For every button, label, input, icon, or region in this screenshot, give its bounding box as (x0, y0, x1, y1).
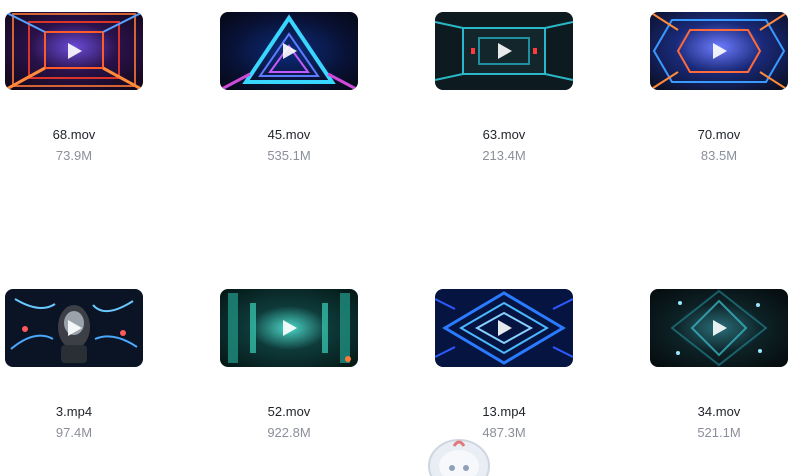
video-thumbnail[interactable] (5, 12, 143, 90)
video-thumbnail[interactable] (220, 289, 358, 367)
play-icon[interactable] (709, 318, 729, 338)
video-card[interactable]: 63.mov 213.4M (431, 0, 646, 180)
play-icon[interactable] (279, 41, 299, 61)
video-card[interactable]: 45.mov 535.1M (216, 0, 431, 180)
file-name: 13.mp4 (482, 404, 526, 419)
file-name: 70.mov (697, 127, 741, 142)
video-card[interactable]: 3.mp4 97.4M (1, 277, 216, 457)
video-card[interactable]: 70.mov 83.5M (646, 0, 800, 180)
video-card[interactable]: 68.mov 73.9M (1, 0, 216, 180)
file-size: 97.4M (55, 425, 93, 440)
file-name: 52.mov (267, 404, 311, 419)
video-thumbnail[interactable] (435, 289, 573, 367)
play-icon[interactable] (494, 318, 514, 338)
file-name: 34.mov (697, 404, 741, 419)
file-size: 922.8M (267, 425, 311, 440)
floating-avatar-icon[interactable] (424, 436, 494, 476)
video-thumbnail[interactable] (650, 12, 788, 90)
video-thumbnail[interactable] (435, 12, 573, 90)
file-name: 68.mov (52, 127, 96, 142)
play-icon[interactable] (279, 318, 299, 338)
file-size: 213.4M (482, 148, 526, 163)
file-name: 45.mov (267, 127, 311, 142)
play-icon[interactable] (64, 41, 84, 61)
file-size: 73.9M (55, 148, 93, 163)
play-icon[interactable] (709, 41, 729, 61)
file-size: 521.1M (697, 425, 741, 440)
file-size: 83.5M (700, 148, 738, 163)
video-thumbnail[interactable] (5, 289, 143, 367)
play-icon[interactable] (494, 41, 514, 61)
video-thumbnail[interactable] (220, 12, 358, 90)
video-thumbnail[interactable] (650, 289, 788, 367)
video-grid: 68.mov 73.9M 45.mov 535.1M 63.mov 213.4M… (0, 0, 800, 462)
file-size: 535.1M (267, 148, 311, 163)
video-card[interactable]: 34.mov 521.1M (646, 277, 800, 457)
video-card[interactable]: 52.mov 922.8M (216, 277, 431, 457)
file-name: 3.mp4 (55, 404, 93, 419)
file-name: 63.mov (482, 127, 526, 142)
video-card[interactable]: 13.mp4 487.3M (431, 277, 646, 457)
play-icon[interactable] (64, 318, 84, 338)
